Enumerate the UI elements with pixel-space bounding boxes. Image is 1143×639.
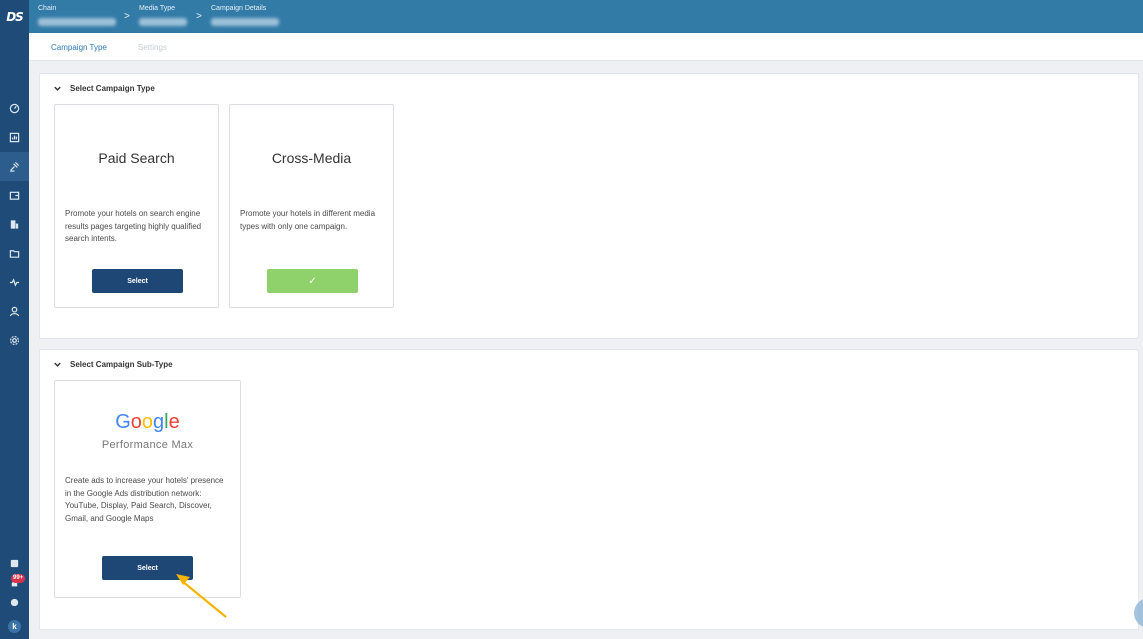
breadcrumb-item-media-type[interactable]: Media Type [139,4,187,31]
folder-icon[interactable] [0,239,29,268]
breadcrumb-label: Media Type [139,5,176,12]
annotation-arrow-icon [176,574,227,618]
card-title: Paid Search [98,150,175,166]
chart-icon[interactable] [0,123,29,152]
card-subtitle: Performance Max [101,439,194,451]
breadcrumb-value-redacted [211,18,279,26]
building-icon[interactable] [0,210,29,239]
help-icon[interactable] [0,588,29,617]
breadcrumb-label: Campaign Details [211,5,267,12]
card-description: Promote your hotels on search engine res… [65,209,202,243]
gear-icon[interactable] [0,326,29,355]
campaign-subtype-title: Select Campaign Sub-Type [70,360,173,369]
user-icon[interactable] [0,297,29,326]
select-button-paid-search[interactable]: Select [92,269,183,293]
breadcrumb: Chain > Media Type > Campaign Details [29,0,1143,33]
chevron-down-icon[interactable] [53,84,62,93]
wallet-icon[interactable] [0,181,29,210]
breadcrumb-separator: > [196,11,202,22]
home-icon[interactable] [0,94,29,123]
campaign-icon[interactable] [0,152,29,181]
selected-button-cross-media[interactable]: ✓ [267,269,358,293]
breadcrumb-item-campaign-details[interactable]: Campaign Details [211,4,279,31]
tab-settings[interactable]: Settings [138,43,167,52]
campaign-card-cross-media[interactable]: Cross-Media Promote your hotels in diffe… [229,104,394,308]
app-logo[interactable]: DS [0,0,29,33]
sidebar: DS 99+ k [0,0,29,639]
campaign-subtype-header[interactable]: Select Campaign Sub-Type [53,360,173,369]
campaign-card-paid-search[interactable]: Paid Search Promote your hotels on searc… [54,104,219,308]
google-logo: Google [115,411,180,433]
checkmark-icon: ✓ [308,275,317,287]
breadcrumb-separator: > [124,11,130,22]
card-description: Promote your hotels in different media t… [240,209,376,231]
card-description: Create ads to increase your hotels' pres… [65,476,224,523]
chevron-down-icon[interactable] [53,360,62,369]
campaign-type-title: Select Campaign Type [70,84,155,93]
tab-campaign-type[interactable]: Campaign Type [51,43,107,52]
activity-icon[interactable] [0,268,29,297]
campaign-type-header[interactable]: Select Campaign Type [53,84,155,93]
breadcrumb-value-redacted [38,18,116,26]
breadcrumb-item-chain[interactable]: Chain [38,4,116,31]
card-title: Cross-Media [271,150,352,166]
avatar[interactable]: k [8,620,21,633]
notification-badge[interactable]: 99+ [11,574,26,583]
tab-bar: Campaign Type Settings [29,33,1143,61]
campaign-type-panel: Select Campaign Type Paid Search Promote… [39,73,1139,339]
breadcrumb-value-redacted [139,18,187,26]
breadcrumb-label: Chain [38,5,57,12]
